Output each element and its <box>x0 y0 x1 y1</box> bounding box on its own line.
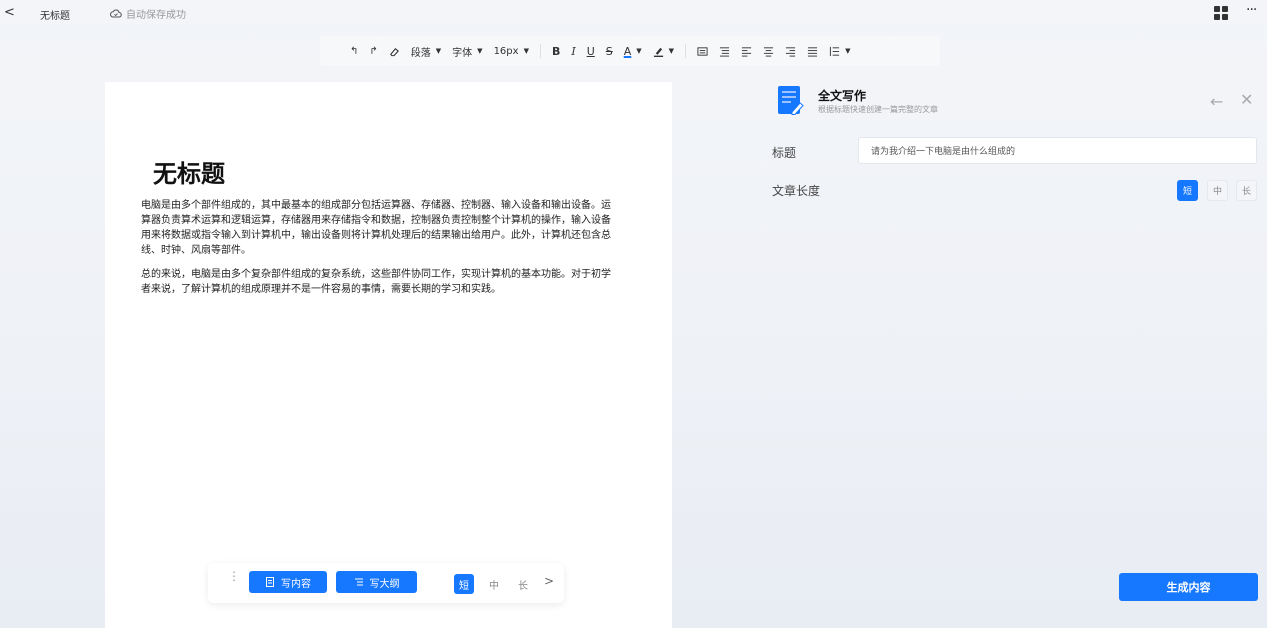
clear-format-button[interactable] <box>389 41 400 61</box>
chevron-down-icon: ▼ <box>668 47 675 55</box>
font-dropdown[interactable]: 字体 ▼ <box>452 41 482 61</box>
bold-button[interactable]: B <box>552 41 560 61</box>
document-body[interactable]: 电脑是由多个部件组成的，其中最基本的组成部分包括运算器、存储器、控制器、输入设备… <box>141 198 619 306</box>
top-bar: < 无标题 自动保存成功 ··· <box>0 0 1267 28</box>
format-toolbar: ↰ ↱ 段落 ▼ 字体 ▼ 16px ▼ B I U S A ▼ ▼ ▼ <box>320 36 940 66</box>
highlighter-icon <box>653 47 663 57</box>
length-short-option[interactable]: 短 <box>454 574 474 594</box>
align-center-button[interactable] <box>763 41 774 61</box>
toolbar-divider <box>539 44 541 58</box>
highlight-dropdown[interactable]: ▼ <box>653 41 674 61</box>
title-label: 标题 <box>772 146 797 160</box>
chevron-right-icon[interactable]: > <box>544 574 554 588</box>
full-writing-icon <box>778 86 804 115</box>
underline-button[interactable]: U <box>587 41 595 61</box>
panel-length-long-option[interactable]: 长 <box>1236 180 1257 201</box>
redo-button[interactable]: ↱ <box>369 41 377 61</box>
panel-subtitle: 根据标题快速创建一篇完整的文章 <box>818 105 938 114</box>
panel-length-medium-option[interactable]: 中 <box>1207 180 1228 201</box>
drag-handle-icon[interactable]: ⋮ <box>228 570 240 582</box>
document-page[interactable]: 无标题 电脑是由多个部件组成的，其中最基本的组成部分包括运算器、存储器、控制器、… <box>105 82 672 628</box>
text-color-dropdown[interactable]: A ▼ <box>624 41 642 61</box>
eraser-icon <box>389 47 399 56</box>
length-medium-option[interactable]: 中 <box>484 574 504 594</box>
document-icon <box>266 577 274 587</box>
ordered-list-icon <box>697 46 708 56</box>
toolbar-divider <box>685 44 687 58</box>
align-left-button[interactable] <box>741 41 752 61</box>
paragraph-label: 段落 <box>410 47 431 59</box>
length-long-option[interactable]: 长 <box>513 574 533 594</box>
undo-button[interactable]: ↰ <box>350 41 358 61</box>
chevron-down-icon: ▼ <box>636 47 642 55</box>
align-right-icon <box>785 46 796 57</box>
cloud-check-icon <box>110 8 122 18</box>
title-input[interactable] <box>858 137 1257 164</box>
ordered-list-button[interactable] <box>697 41 708 61</box>
justify-button[interactable] <box>807 41 818 61</box>
outline-icon <box>354 578 363 586</box>
ai-floating-toolbar: ⋮ 写内容 写大纲 短 中 长 > <box>208 563 564 603</box>
line-spacing-dropdown[interactable]: ▼ <box>829 41 850 61</box>
chevron-down-icon: ▼ <box>477 47 483 55</box>
apps-grid-icon[interactable] <box>1214 6 1228 20</box>
chevron-down-icon: ▼ <box>845 47 851 55</box>
back-button[interactable]: < <box>4 5 15 20</box>
article-length-label: 文章长度 <box>772 184 821 198</box>
close-icon[interactable]: ✕ <box>1240 90 1253 109</box>
align-right-button[interactable] <box>785 41 796 61</box>
save-status-text: 自动保存成功 <box>126 10 186 21</box>
undo-icon: ↰ <box>350 45 359 57</box>
font-size-label: 16px <box>493 45 519 57</box>
generate-content-button[interactable]: 生成内容 <box>1119 573 1258 601</box>
write-outline-label: 写大纲 <box>369 578 400 590</box>
paragraph[interactable]: 电脑是由多个部件组成的，其中最基本的组成部分包括运算器、存储器、控制器、输入设备… <box>141 198 619 258</box>
write-outline-button[interactable]: 写大纲 <box>336 571 417 593</box>
redo-icon: ↱ <box>369 45 378 57</box>
write-content-button[interactable]: 写内容 <box>249 571 327 593</box>
save-status: 自动保存成功 <box>110 6 186 21</box>
font-label: 字体 <box>452 47 473 59</box>
bullet-list-button[interactable] <box>719 41 730 61</box>
text-color-icon: A <box>623 44 632 58</box>
document-title[interactable]: 无标题 <box>153 154 225 189</box>
paragraph[interactable]: 总的来说，电脑是由多个复杂部件组成的复杂系统，这些部件协同工作，实现计算机的基本… <box>141 267 619 297</box>
arrow-left-icon[interactable]: ← <box>1210 92 1223 111</box>
bullet-list-icon <box>719 46 730 57</box>
panel-length-short-option[interactable]: 短 <box>1177 180 1198 201</box>
more-options-button[interactable]: ··· <box>1246 2 1257 18</box>
paragraph-dropdown[interactable]: 段落 ▼ <box>411 41 441 61</box>
chevron-down-icon: ▼ <box>435 47 442 55</box>
strikethrough-button[interactable]: S <box>606 41 613 61</box>
chevron-down-icon: ▼ <box>523 47 529 55</box>
font-size-dropdown[interactable]: 16px ▼ <box>494 41 529 61</box>
italic-button[interactable]: I <box>571 41 575 61</box>
write-content-label: 写内容 <box>281 578 311 590</box>
line-spacing-icon <box>829 46 840 56</box>
justify-icon <box>807 46 818 57</box>
document-name[interactable]: 无标题 <box>40 7 70 22</box>
panel-title: 全文写作 <box>818 89 867 103</box>
align-center-icon <box>763 46 774 57</box>
align-left-icon <box>741 46 752 57</box>
